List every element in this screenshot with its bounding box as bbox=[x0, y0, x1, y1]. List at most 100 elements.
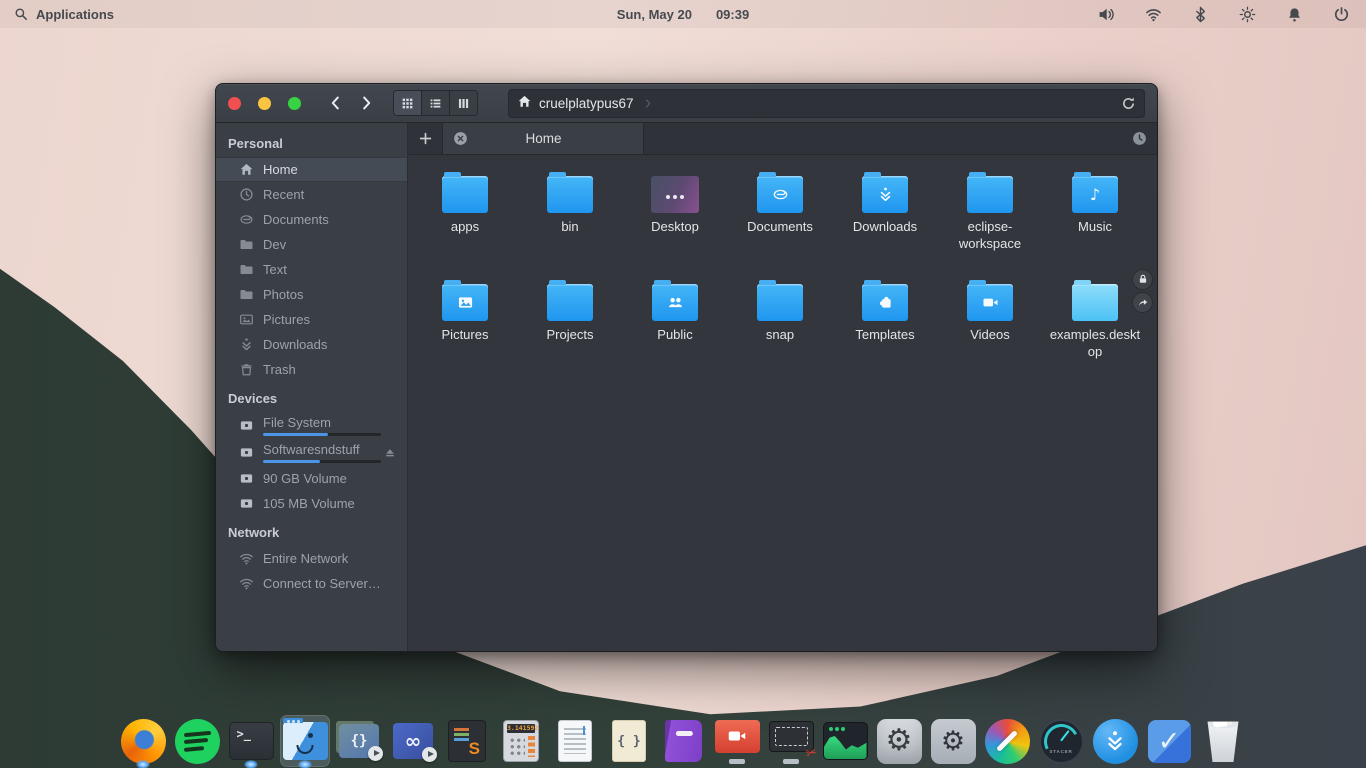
file-pictures[interactable]: Pictures bbox=[416, 277, 514, 361]
close-button[interactable] bbox=[228, 97, 241, 110]
file-desktop[interactable]: Desktop bbox=[626, 169, 724, 253]
sidebar-item-dev[interactable]: Dev bbox=[216, 232, 407, 257]
dock-code-editor[interactable]: {} bbox=[334, 715, 384, 767]
close-tab-icon[interactable] bbox=[453, 131, 468, 146]
column-view-button[interactable] bbox=[450, 91, 477, 115]
grid-view-button[interactable] bbox=[394, 91, 422, 115]
sidebar-item-label: Dev bbox=[263, 237, 397, 252]
search-icon bbox=[14, 7, 28, 21]
minimize-button[interactable] bbox=[258, 97, 271, 110]
file-videos[interactable]: Videos bbox=[941, 277, 1039, 361]
visual-studio-icon: ∞ bbox=[393, 723, 433, 759]
file-snap[interactable]: snap bbox=[731, 277, 829, 361]
sidebar-item-downloads[interactable]: Downloads bbox=[216, 332, 407, 357]
volume-icon[interactable] bbox=[1098, 6, 1115, 23]
breadcrumb[interactable]: cruelplatypus67 bbox=[539, 96, 634, 111]
sidebar-item-photos[interactable]: Photos bbox=[216, 282, 407, 307]
folder-icon bbox=[547, 176, 593, 213]
file-label: eclipse-workspace bbox=[942, 219, 1038, 253]
dock-tweaks[interactable]: ⚙ bbox=[928, 715, 978, 767]
datetime-indicator[interactable]: Sun, May 20 09:39 bbox=[617, 7, 749, 22]
disk-usage-bar bbox=[263, 433, 381, 436]
dock-dictionary[interactable] bbox=[658, 715, 708, 767]
list-view-button[interactable] bbox=[422, 91, 450, 115]
sidebar-item-file-system[interactable]: File System bbox=[216, 412, 407, 439]
notifications-icon[interactable] bbox=[1286, 6, 1303, 23]
dock-tasks[interactable]: ✓ bbox=[1144, 715, 1194, 767]
maximize-button[interactable] bbox=[288, 97, 301, 110]
tab-home[interactable]: Home bbox=[443, 123, 644, 154]
folder-icon bbox=[547, 284, 593, 321]
file-downloads[interactable]: Downloads bbox=[836, 169, 934, 253]
share-icon bbox=[1132, 292, 1153, 313]
dock-text-editor[interactable] bbox=[550, 715, 600, 767]
file-view[interactable]: appsbinDesktopDocuments Downloads eclipse-… bbox=[408, 155, 1157, 651]
dock-spotify[interactable] bbox=[172, 715, 222, 767]
sidebar-item-label: Connect to Server… bbox=[263, 576, 397, 591]
sidebar-item-text[interactable]: Text bbox=[216, 257, 407, 282]
sidebar-item-label: Pictures bbox=[263, 312, 397, 327]
sidebar-item-label: Softwaresndstuff bbox=[263, 442, 383, 457]
sidebar-item-pictures[interactable]: Pictures bbox=[216, 307, 407, 332]
folder-icon bbox=[238, 287, 254, 303]
dock-calculator[interactable]: 3.141592 bbox=[496, 715, 546, 767]
dock-terminal[interactable]: >_ bbox=[226, 715, 276, 767]
file-label: examples.desktop bbox=[1047, 327, 1143, 361]
sidebar-item-recent[interactable]: Recent bbox=[216, 182, 407, 207]
dock-color-picker[interactable] bbox=[982, 715, 1032, 767]
new-tab-button[interactable] bbox=[408, 123, 443, 154]
folder-icon bbox=[442, 176, 488, 213]
brightness-icon[interactable] bbox=[1239, 6, 1256, 23]
file-templates[interactable]: Templates bbox=[836, 277, 934, 361]
sidebar-item-documents[interactable]: Documents bbox=[216, 207, 407, 232]
file-apps[interactable]: apps bbox=[416, 169, 514, 253]
dock-sublime-text[interactable]: S bbox=[442, 715, 492, 767]
dock-screenshot-tool[interactable]: ✂ bbox=[766, 715, 816, 767]
network-icon bbox=[238, 551, 254, 567]
file-label: Downloads bbox=[853, 219, 917, 236]
top-panel: Applications Sun, May 20 09:39 bbox=[0, 0, 1366, 28]
back-button[interactable] bbox=[321, 88, 351, 118]
dock-system-settings[interactable]: ⚙ bbox=[874, 715, 924, 767]
dock-files[interactable] bbox=[280, 715, 330, 767]
power-icon[interactable] bbox=[1333, 6, 1350, 23]
forward-button[interactable] bbox=[351, 88, 381, 118]
sidebar-section-devices: Devices bbox=[216, 382, 407, 412]
eyedropper-icon bbox=[996, 730, 1018, 752]
sidebar-item-90-gb-volume[interactable]: 90 GB Volume bbox=[216, 466, 407, 491]
dock-system-monitor[interactable] bbox=[820, 715, 870, 767]
file-examples-desktop[interactable]: examples.desktop bbox=[1046, 277, 1144, 361]
dock-visual-studio[interactable]: ∞ bbox=[388, 715, 438, 767]
dock-trash-bin[interactable] bbox=[1198, 715, 1248, 767]
bluetooth-icon[interactable] bbox=[1192, 6, 1209, 23]
home-icon bbox=[238, 162, 254, 178]
dock-stacer[interactable]: STACER bbox=[1036, 715, 1086, 767]
file-projects[interactable]: Projects bbox=[521, 277, 619, 361]
folder-icon bbox=[967, 284, 1013, 321]
eject-button[interactable] bbox=[383, 446, 397, 460]
sidebar-item-softwaresndstuff[interactable]: Softwaresndstuff bbox=[216, 439, 407, 466]
applications-menu[interactable]: Applications bbox=[0, 7, 114, 22]
dock-screen-recorder[interactable] bbox=[712, 715, 762, 767]
dock-download-manager[interactable] bbox=[1090, 715, 1140, 767]
sidebar-item-105-mb-volume[interactable]: 105 MB Volume bbox=[216, 491, 407, 516]
dock-code[interactable]: { } bbox=[604, 715, 654, 767]
sidebar-item-entire-network[interactable]: Entire Network bbox=[216, 546, 407, 571]
file-documents[interactable]: Documents bbox=[731, 169, 829, 253]
header-bar[interactable]: cruelplatypus67 bbox=[216, 84, 1157, 123]
sidebar-item-connect-to-server[interactable]: Connect to Server… bbox=[216, 571, 407, 596]
checkmark-icon: ✓ bbox=[1158, 728, 1181, 755]
file-music[interactable]: ♪Music bbox=[1046, 169, 1144, 253]
view-switcher bbox=[393, 90, 478, 116]
dock-firefox[interactable] bbox=[118, 715, 168, 767]
file-bin[interactable]: bin bbox=[521, 169, 619, 253]
file-eclipse-workspace[interactable]: eclipse-workspace bbox=[941, 169, 1039, 253]
wifi-icon[interactable] bbox=[1145, 6, 1162, 23]
file-public[interactable]: Public bbox=[626, 277, 724, 361]
refresh-icon[interactable] bbox=[1121, 96, 1136, 111]
history-icon[interactable] bbox=[1132, 123, 1157, 154]
path-bar[interactable]: cruelplatypus67 bbox=[508, 89, 1145, 118]
sidebar-item-trash[interactable]: Trash bbox=[216, 357, 407, 382]
sidebar-item-home[interactable]: Home bbox=[216, 157, 407, 182]
home-icon bbox=[517, 94, 532, 112]
